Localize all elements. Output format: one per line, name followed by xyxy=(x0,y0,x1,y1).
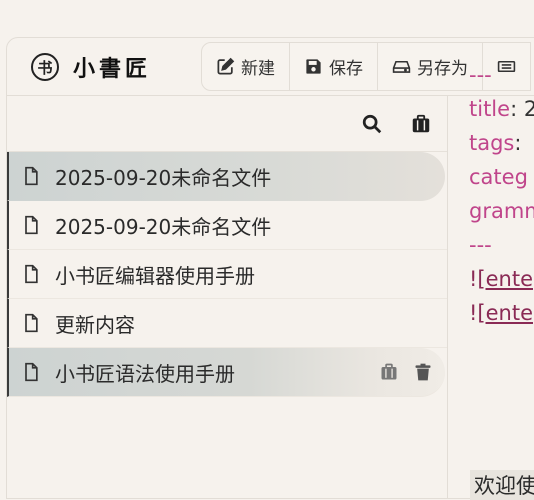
briefcase-icon[interactable] xyxy=(379,362,399,382)
frontmatter-tags: tags: xyxy=(469,126,534,160)
welcome-heading: 欢迎使 xyxy=(470,470,534,500)
image-link-line: ![ente xyxy=(469,296,534,330)
file-name: 小书匠语法使用手册 xyxy=(55,361,235,386)
frontmatter-title: title: 2 xyxy=(469,92,534,126)
tags-value: : xyxy=(514,131,522,155)
file-list-item[interactable]: 2025-09-20未命名文件 xyxy=(7,201,447,250)
frontmatter-grammar: gramm xyxy=(469,199,534,223)
search-icon[interactable] xyxy=(361,113,383,135)
image-link[interactable]: [ente xyxy=(477,267,533,291)
save-button[interactable]: 保存 xyxy=(290,43,378,90)
file-name: 更新内容 xyxy=(55,312,135,337)
file-name: 2025-09-20未命名文件 xyxy=(55,214,272,239)
new-button-label: 新建 xyxy=(241,59,275,79)
frontmatter-categories: categ xyxy=(469,165,528,189)
file-icon xyxy=(25,313,38,333)
app-logo: 书 小書匠 xyxy=(31,52,151,82)
save-button-label: 保存 xyxy=(329,59,363,79)
file-list: 2025-09-20未命名文件 2025-09-20未命名文件 小书匠编辑器使用… xyxy=(7,152,447,397)
image-link[interactable]: [ente xyxy=(477,301,533,325)
logo-mark-icon: 书 xyxy=(31,53,59,81)
tags-key: tags xyxy=(469,131,515,155)
image-link-line: ![ente xyxy=(469,262,534,296)
file-item-actions xyxy=(379,362,433,382)
file-icon xyxy=(25,215,38,235)
frontmatter-start: --- xyxy=(469,63,492,87)
file-name: 小书匠编辑器使用手册 xyxy=(55,263,255,288)
frontmatter-end: --- xyxy=(469,233,492,257)
title-value: : 2 xyxy=(510,97,534,121)
save-as-button[interactable]: 另存为 xyxy=(378,43,483,90)
hard-drive-icon xyxy=(392,60,411,73)
floppy-disk-icon xyxy=(306,59,321,74)
toolbar: 书 小書匠 新建 保存 另存为 xyxy=(7,38,534,96)
sidebar-toolbar xyxy=(7,96,447,152)
trash-icon[interactable] xyxy=(413,362,433,382)
file-icon xyxy=(25,166,38,186)
file-name: 2025-09-20未命名文件 xyxy=(55,165,272,190)
file-icon xyxy=(25,362,38,382)
file-list-item[interactable]: 2025-09-20未命名文件 xyxy=(7,152,445,201)
file-list-item[interactable]: 小书匠语法使用手册 xyxy=(7,348,445,397)
title-key: title xyxy=(469,97,511,121)
new-button[interactable]: 新建 xyxy=(202,43,290,90)
file-list-item[interactable]: 小书匠编辑器使用手册 xyxy=(7,250,447,299)
briefcase-icon[interactable] xyxy=(410,113,432,135)
markdown-editor[interactable]: --- title: 2 tags: categ gramm --- ![ent… xyxy=(469,58,534,458)
edit-icon xyxy=(217,57,235,75)
app-window: 书 小書匠 新建 保存 另存为 2025-09-20未命名文件 2025-09-… xyxy=(6,37,534,499)
save-as-button-label: 另存为 xyxy=(417,59,468,79)
logo-text: 小書匠 xyxy=(73,56,152,82)
file-icon xyxy=(25,264,38,284)
file-list-item[interactable]: 更新内容 xyxy=(7,299,447,348)
file-sidebar: 2025-09-20未命名文件 2025-09-20未命名文件 小书匠编辑器使用… xyxy=(7,96,448,498)
